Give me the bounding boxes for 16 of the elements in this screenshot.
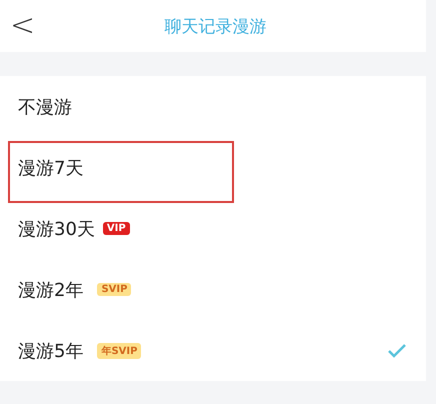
option-label: 漫游30天 <box>18 218 95 240</box>
option-label: 漫游7天 <box>18 156 84 180</box>
option-row[interactable]: 漫游2年 SVIP <box>0 259 426 320</box>
option-label: 不漫游 <box>18 96 72 118</box>
option-row[interactable]: 漫游7天 <box>0 137 426 198</box>
vip-tag: VIP <box>102 222 130 235</box>
option-row[interactable]: 不漫游 <box>0 76 426 137</box>
back-button[interactable]: < <box>10 11 36 41</box>
option-label: 漫游2年 <box>18 278 84 302</box>
option-label: 漫游5年 <box>18 340 84 362</box>
option-row[interactable]: 漫游30天 VIP <box>0 198 426 259</box>
option-row[interactable]: 漫游5年 年SVIP <box>0 320 426 381</box>
page-title: 聊天记录漫游 <box>164 16 268 38</box>
check-icon <box>388 344 406 358</box>
vip-tag: SVIP <box>97 283 132 296</box>
vip-tag: 年SVIP <box>97 342 142 358</box>
